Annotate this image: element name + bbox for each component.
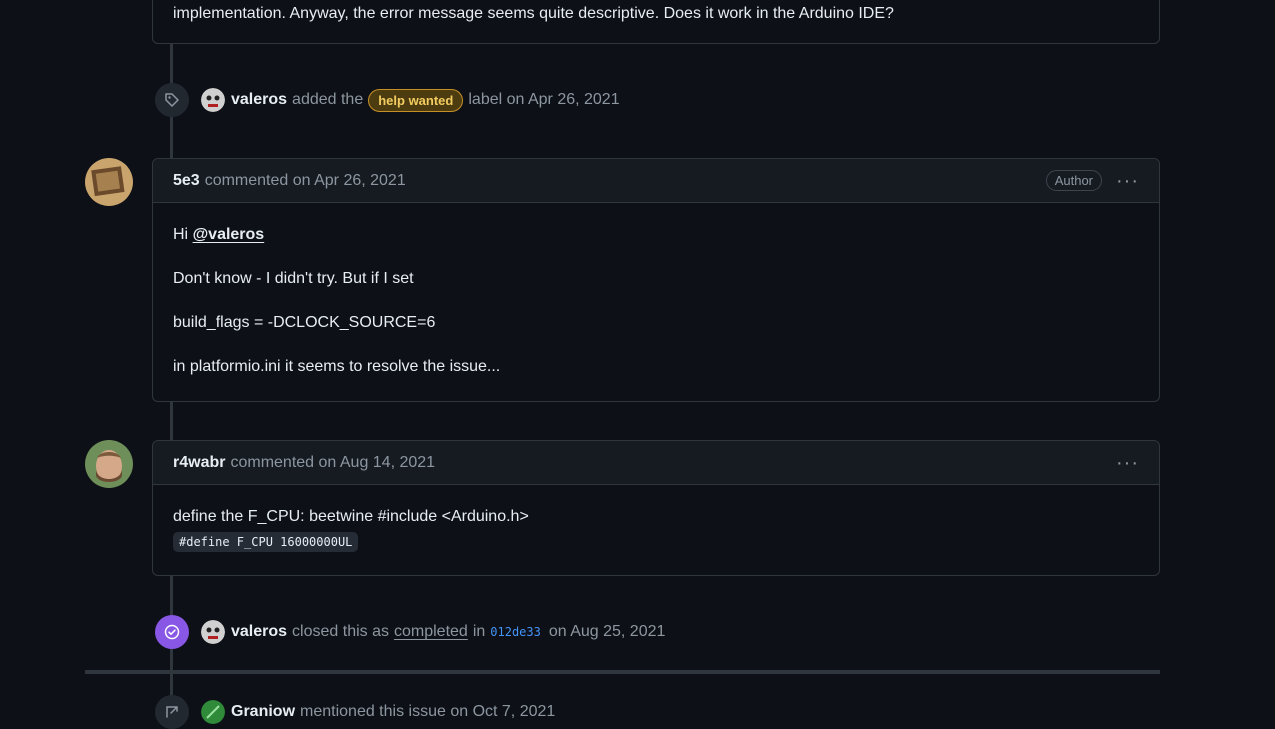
mention-link[interactable]: @valeros (193, 226, 265, 243)
comment-header: 5e3 commented on Apr 26, 2021 Author ··· (153, 159, 1159, 203)
comment-paragraph: in platformio.ini it seems to resolve th… (173, 358, 501, 375)
event-actor[interactable]: valeros (231, 623, 287, 641)
timeline-divider (85, 670, 1160, 674)
comment-author[interactable]: r4wabr (173, 454, 225, 472)
event-text: mentioned this issue on Oct 7, 2021 (300, 703, 556, 720)
event-date: label on Apr 26, 2021 (468, 91, 620, 108)
event-action: closed this as (292, 623, 389, 640)
comment-date[interactable]: commented on Aug 14, 2021 (230, 454, 435, 472)
kebab-menu-icon[interactable]: ··· (1116, 171, 1139, 191)
cross-reference-icon (155, 695, 189, 729)
comment-body: Hi @valeros Don't know - I didn't try. B… (153, 203, 1159, 394)
inline-code: #define F_CPU 16000000UL (173, 532, 359, 552)
previous-comment: implementation. Anyway, the error messag… (152, 0, 1160, 44)
avatar[interactable] (85, 440, 133, 488)
comment-paragraph: Hi @valeros (173, 224, 1139, 246)
commit-link[interactable]: 012de33 (490, 625, 541, 639)
comment-body: define the F_CPU: beetwine #include <Ard… (153, 485, 1159, 568)
comment-5e3: 5e3 commented on Apr 26, 2021 Author ···… (152, 158, 1160, 402)
author-badge: Author (1045, 170, 1103, 191)
previous-comment-text: implementation. Anyway, the error messag… (173, 5, 894, 22)
comment-r4wabr: r4wabr commented on Aug 14, 2021 ··· def… (152, 440, 1160, 576)
event-actor[interactable]: valeros (231, 91, 287, 109)
label-event: valeros added the help wanted label on A… (155, 83, 620, 117)
avatar[interactable] (201, 700, 225, 724)
greeting: Hi (173, 226, 189, 243)
comment-paragraph: build_flags = -DCLOCK_SOURCE=6 (173, 314, 436, 331)
comment-paragraph: define the F_CPU: beetwine #include <Ard… (173, 508, 529, 525)
tag-icon (155, 83, 189, 117)
event-actor[interactable]: Graniow (231, 703, 295, 721)
completed-link[interactable]: completed (394, 623, 468, 641)
mention-event: Graniow mentioned this issue on Oct 7, 2… (155, 695, 555, 729)
check-circle-icon (155, 615, 189, 649)
event-action: added the (292, 91, 364, 108)
kebab-menu-icon[interactable]: ··· (1116, 453, 1139, 473)
closed-event: valeros closed this as completed in 012d… (155, 615, 665, 649)
timeline-line (170, 400, 173, 440)
comment-date[interactable]: commented on Apr 26, 2021 (205, 172, 406, 190)
label-help-wanted[interactable]: help wanted (368, 88, 464, 112)
event-in: in (472, 623, 486, 640)
event-date: on Aug 25, 2021 (548, 623, 666, 640)
comment-header: r4wabr commented on Aug 14, 2021 ··· (153, 441, 1159, 485)
avatar[interactable] (201, 620, 225, 644)
avatar[interactable] (85, 158, 133, 206)
avatar[interactable] (201, 88, 225, 112)
comment-author[interactable]: 5e3 (173, 172, 200, 190)
comment-paragraph: Don't know - I didn't try. But if I set (173, 270, 414, 287)
